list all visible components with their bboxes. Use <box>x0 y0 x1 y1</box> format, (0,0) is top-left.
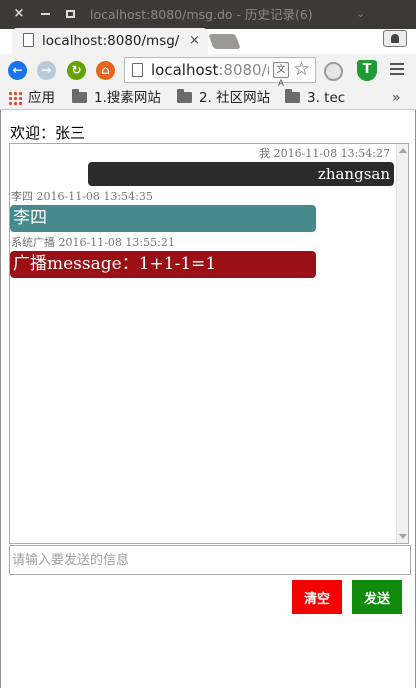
welcome-text: 欢迎：张三 <box>10 123 85 143</box>
message-sender: 李四 <box>11 190 33 203</box>
shield-extension-icon[interactable]: T <box>357 60 377 81</box>
message-time: 2016-11-08 13:54:27 <box>273 147 390 160</box>
extension-icon[interactable] <box>324 62 343 81</box>
current-username: 张三 <box>55 124 86 142</box>
bookmark-folder-search[interactable]: 1.搜素网站 <box>72 88 161 107</box>
folder-icon <box>72 88 87 103</box>
bookmark-folder-tec[interactable]: 3. tec <box>285 88 346 107</box>
bookmark-label: 2. 社区网站 <box>199 90 271 106</box>
reload-button[interactable]: ↻ <box>67 61 86 80</box>
profile-icon[interactable] <box>383 30 407 47</box>
page-info-icon[interactable] <box>132 63 143 77</box>
page-document-icon <box>23 33 34 47</box>
apps-grid-icon <box>8 91 22 105</box>
url-rest: :8080/m <box>218 61 269 79</box>
address-text[interactable]: localhost:8080/m <box>151 61 269 79</box>
bookmark-label: 应用 <box>28 90 55 106</box>
message-bubble: 李四 <box>10 205 316 232</box>
title-chevron-down-icon[interactable]: ⌄ <box>356 7 365 20</box>
message-time: 2016-11-08 13:54:35 <box>36 190 153 203</box>
back-button[interactable]: ← <box>8 61 27 80</box>
bookmarks-more-icon[interactable]: » <box>392 89 401 107</box>
url-host: localhost <box>151 61 219 79</box>
window-border-left <box>0 110 1 688</box>
message-sender: 系统广播 <box>11 236 55 249</box>
message-sender: 我 <box>259 147 271 160</box>
chat-message-area[interactable]: 我 2016-11-08 13:54:27 zhangsan 李四 2016-1… <box>9 143 409 544</box>
message-time: 2016-11-08 13:55:21 <box>58 236 175 249</box>
forward-button[interactable]: → <box>37 61 56 80</box>
message-meta-broadcast: 系统广播 2016-11-08 13:55:21 <box>11 236 175 249</box>
menu-icon[interactable] <box>390 63 404 77</box>
chat-scrollbar[interactable] <box>396 144 408 543</box>
message-meta-self: 我 2016-11-08 13:54:27 <box>259 147 390 160</box>
new-tab-button[interactable] <box>208 34 241 49</box>
folder-icon <box>177 88 192 103</box>
welcome-label: 欢迎： <box>10 124 56 142</box>
window-close-icon[interactable]: × <box>11 6 27 22</box>
scroll-down-icon[interactable] <box>399 534 407 539</box>
tab-close-icon[interactable]: × <box>189 32 200 50</box>
bookmark-label: 3. tec <box>307 90 346 106</box>
bookmark-apps[interactable]: 应用 <box>8 89 55 107</box>
bookmark-star-icon[interactable]: ☆ <box>293 58 310 80</box>
message-meta: 李四 2016-11-08 13:54:35 <box>11 190 153 203</box>
scroll-up-icon[interactable] <box>399 148 407 153</box>
window-title: localhost:8080/msg.do - 历史记录(6) <box>90 7 313 22</box>
browser-toolbar: ← → ↻ ⌂ localhost:8080/m 文A ☆ T <box>0 54 416 89</box>
tab-title: localhost:8080/msg/ <box>42 33 180 49</box>
bookmarks-bar: 应用 1.搜素网站 2. 社区网站 3. tec » <box>0 86 416 110</box>
folder-icon <box>285 88 300 103</box>
message-bubble-self: zhangsan <box>88 162 394 186</box>
message-bubble-broadcast: 广播message：1+1-1=1 <box>10 251 316 278</box>
home-button[interactable]: ⌂ <box>96 61 115 80</box>
window-titlebar: × localhost:8080/msg.do - 历史记录(6) ⌄ <box>0 0 416 29</box>
tab-active[interactable]: localhost:8080/msg/ × <box>12 28 208 54</box>
bookmark-folder-community[interactable]: 2. 社区网站 <box>177 88 271 107</box>
window-maximize-icon[interactable] <box>62 6 78 22</box>
address-bar[interactable]: localhost:8080/m 文A ☆ <box>124 57 316 89</box>
translate-icon[interactable]: 文A <box>273 62 289 89</box>
clear-button[interactable]: 清空 <box>292 580 342 614</box>
bookmark-label: 1.搜素网站 <box>94 90 161 106</box>
message-input[interactable] <box>9 545 411 575</box>
window-minimize-icon[interactable] <box>37 6 53 22</box>
send-button[interactable]: 发送 <box>352 580 402 614</box>
